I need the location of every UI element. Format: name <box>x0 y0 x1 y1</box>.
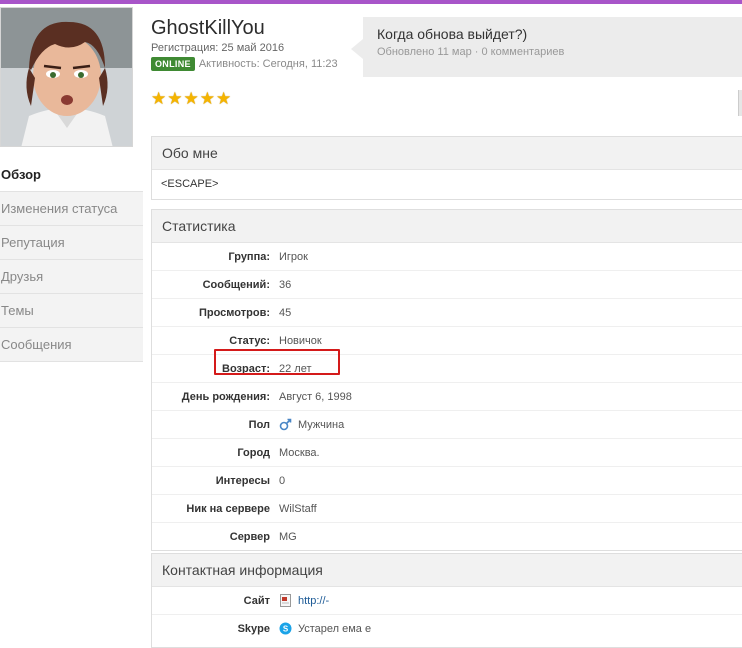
star-icon: ★ <box>199 89 215 108</box>
side-tab-friends[interactable]: Друзья <box>0 260 143 294</box>
user-avatar[interactable] <box>0 7 133 147</box>
star-icon: ★ <box>216 89 232 108</box>
male-gender-icon <box>279 418 292 431</box>
stat-row-gender: Пол Мужчина <box>152 411 742 439</box>
avatar-illustration <box>1 8 132 146</box>
status-meta: Обновлено 11 мар · 0 комментариев <box>377 46 728 58</box>
website-link[interactable]: http://- <box>298 595 329 607</box>
side-tab-reputation[interactable]: Репутация <box>0 226 143 260</box>
stat-label: Сервер <box>229 530 270 543</box>
contact-title: Контактная информация <box>152 554 742 587</box>
status-separator: · <box>474 46 479 58</box>
about-panel: Обо мне <ESCAPE> <box>151 136 742 200</box>
stats-title: Статистика <box>152 210 742 243</box>
contact-value: S Устарел ема е <box>279 622 371 635</box>
side-tab-overview[interactable]: Обзор <box>0 158 143 192</box>
side-tab-topics[interactable]: Темы <box>0 294 143 328</box>
stat-value: Игрок <box>279 250 308 263</box>
stat-row-posts: Сообщений: 36 <box>152 271 742 299</box>
star-icon: ★ <box>151 89 167 108</box>
rating-stars: ★ ★ ★ ★ ★ <box>151 90 231 107</box>
contact-panel: Контактная информация Сайт http://- Skyp… <box>151 553 742 648</box>
stat-row-city: Город Москва. <box>152 439 742 467</box>
website-icon <box>280 594 291 607</box>
stat-label: День рождения: <box>181 390 270 403</box>
stat-label: Город <box>237 446 270 459</box>
age-highlight-box <box>214 349 340 375</box>
stat-row-interests: Интересы 0 <box>152 467 742 495</box>
stat-label: Сообщений: <box>202 278 270 291</box>
side-tab-status-changes[interactable]: Изменения статуса <box>0 192 143 226</box>
stat-value: MG <box>279 530 297 543</box>
skype-icon: S <box>279 622 292 635</box>
right-edge-button[interactable] <box>738 90 742 116</box>
stat-value: 36 <box>279 278 292 291</box>
star-icon: ★ <box>167 89 183 108</box>
stat-label: Группа: <box>228 250 270 263</box>
online-badge: ONLINE <box>151 57 195 71</box>
stat-value: WilStaff <box>279 502 317 515</box>
last-activity: Активность: Сегодня, 11:23 <box>198 58 338 70</box>
contact-row-skype: Skype S Устарел ема е <box>152 615 742 642</box>
registration-date: Регистрация: 25 май 2016 <box>151 42 285 54</box>
stats-panel: Статистика Группа: Игрок Сообщений: 36 П… <box>151 209 742 551</box>
contact-value: http://- <box>279 594 329 607</box>
status-text: Когда обнова выйдет?) <box>377 26 528 42</box>
stat-value: 45 <box>279 306 292 319</box>
stat-value: Мужчина <box>279 418 344 431</box>
skype-value[interactable]: Устарел ема е <box>298 623 371 635</box>
stat-row-server: Сервер MG <box>152 523 742 550</box>
status-comments-link[interactable]: 0 комментариев <box>482 46 565 58</box>
about-title: Обо мне <box>152 137 742 170</box>
contact-row-website: Сайт http://- <box>152 587 742 615</box>
status-updated: Обновлено 11 мар <box>377 46 472 58</box>
online-status: ONLINE Активность: Сегодня, 11:23 <box>151 57 338 71</box>
stat-label: Интересы <box>215 474 270 487</box>
stat-row-group: Группа: Игрок <box>152 243 742 271</box>
contact-label: Сайт <box>243 594 270 607</box>
svg-text:S: S <box>283 625 289 634</box>
stat-label: Статус: <box>229 334 270 347</box>
gender-value: Мужчина <box>298 418 345 431</box>
stat-row-birthday: День рождения: Август 6, 1998 <box>152 383 742 411</box>
stat-label: Просмотров: <box>198 306 270 319</box>
stat-value: Москва. <box>279 446 320 459</box>
stat-value: Новичок <box>279 334 322 347</box>
profile-side-nav: Обзор Изменения статуса Репутация Друзья… <box>0 158 143 362</box>
about-content: <ESCAPE> <box>161 178 219 190</box>
stat-row-server-nick: Ник на сервере WilStaff <box>152 495 742 523</box>
status-update-bubble[interactable]: Когда обнова выйдет?) Обновлено 11 мар ·… <box>351 17 742 77</box>
stat-value: 0 <box>279 474 286 487</box>
stat-row-views: Просмотров: 45 <box>152 299 742 327</box>
star-icon: ★ <box>183 89 199 108</box>
side-tab-messages[interactable]: Сообщения <box>0 328 143 362</box>
stat-label: Пол <box>248 418 270 431</box>
top-accent-line <box>0 0 742 4</box>
stat-value: Август 6, 1998 <box>279 390 352 403</box>
stat-label: Ник на сервере <box>186 502 270 515</box>
contact-label: Skype <box>237 622 270 635</box>
profile-username: GhostKillYou <box>151 17 265 39</box>
